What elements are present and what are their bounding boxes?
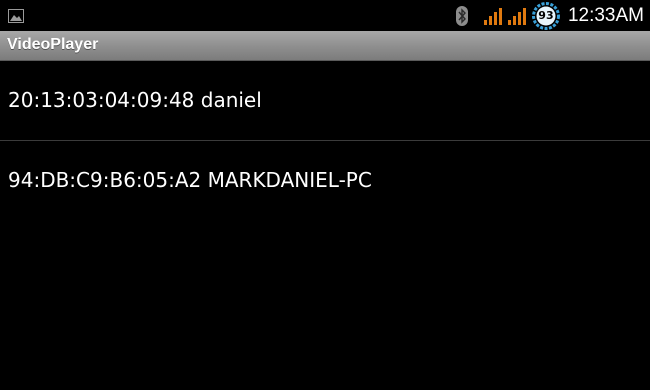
gallery-image-icon [8, 8, 24, 23]
clock: 12:33AM [567, 4, 644, 26]
signal-strength-icon-2 [507, 7, 526, 25]
device-list-item[interactable]: 94:DB:C9:B6:05:A2 MARKDANIEL-PC [0, 141, 650, 220]
status-bar: 93 12:33AM [0, 0, 650, 31]
bluetooth-icon [455, 5, 468, 26]
device-list-item[interactable]: 20:13:03:04:09:48 daniel [0, 61, 650, 140]
device-list: 20:13:03:04:09:48 daniel 94:DB:C9:B6:05:… [0, 61, 650, 220]
title-bar: VideoPlayer [0, 31, 650, 61]
app-title: VideoPlayer [7, 36, 99, 53]
battery-icon: 93 [531, 1, 560, 30]
signal-strength-icon [483, 7, 502, 25]
battery-level: 93 [538, 8, 554, 22]
status-icons: 93 12:33AM [455, 0, 644, 31]
